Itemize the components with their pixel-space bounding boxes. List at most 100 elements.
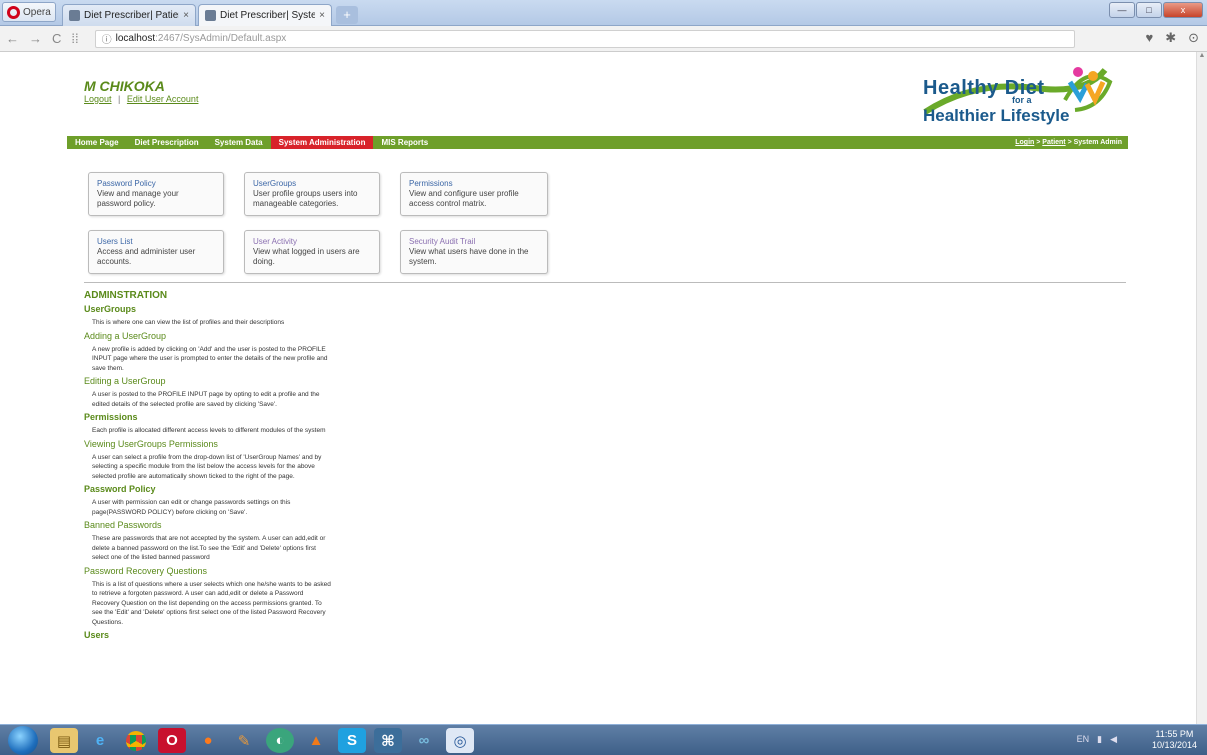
tile-title[interactable]: Users List [97, 237, 215, 247]
user-links: Logout | Edit User Account [84, 94, 198, 104]
help-section-body: A user with permission can edit or chang… [92, 499, 291, 516]
browser-tab-patient-search[interactable]: Diet Prescriber| Patient Se × [62, 4, 196, 26]
volume-icon[interactable]: ◀ [1110, 734, 1117, 745]
system-clock[interactable]: 11:55 PM 10/13/2014 [1152, 729, 1197, 751]
main-menu-bar: Home Page Diet Prescription System Data … [67, 136, 1128, 149]
breadcrumb-patient-link[interactable]: Patient [1042, 139, 1065, 146]
opera-logo-icon [7, 5, 20, 19]
help-section-body: A user can select a profile from the dro… [92, 453, 322, 480]
logout-link[interactable]: Logout [84, 94, 112, 104]
media-player-icon[interactable]: ◎ [446, 728, 474, 753]
windows-taskbar: ▤ e O ● ✎ ◐ ▲ S ⌘ ∞ ◎ EN ▮ ◀ 11:55 PM 10… [0, 724, 1207, 755]
firefox-icon[interactable]: ● [194, 728, 222, 753]
help-section-title: Adding a UserGroup [84, 330, 167, 341]
help-section-title: Editing a UserGroup [84, 376, 166, 386]
system-tray: EN ▮ ◀ [1077, 734, 1117, 745]
tile-title[interactable]: Password Policy [97, 179, 215, 189]
tile-description: Access and administer user accounts. [97, 247, 196, 266]
menu-item-diet-prescription[interactable]: Diet Prescription [127, 136, 207, 149]
vertical-scrollbar[interactable]: ▲ [1196, 52, 1207, 724]
edit-user-account-link[interactable]: Edit User Account [127, 94, 199, 104]
menu-item-mis-reports[interactable]: MIS Reports [373, 136, 436, 149]
file-explorer-icon[interactable]: ▤ [50, 728, 78, 753]
page-viewport: M CHIKOKA Logout | Edit User Account Hea… [0, 52, 1196, 724]
tile-description: View and manage your password policy. [97, 189, 179, 208]
tile-title[interactable]: UserGroups [253, 179, 371, 189]
tab-close-icon[interactable]: × [319, 10, 325, 21]
clock-time: 11:55 PM [1155, 729, 1194, 739]
menu-item-system-administration[interactable]: System Administration [270, 136, 374, 149]
tile-permissions[interactable]: Permissions View and configure user prof… [400, 172, 548, 216]
minimize-button[interactable]: — [1109, 2, 1135, 18]
page-favicon-icon [69, 10, 80, 21]
tile-security-audit-trail[interactable]: Security Audit Trail View what users hav… [400, 230, 548, 274]
help-section-title: Permissions [84, 412, 138, 422]
gear-icon[interactable]: ✱ [1165, 30, 1176, 46]
maximize-button[interactable]: □ [1136, 2, 1162, 18]
opera-icon[interactable]: O [158, 728, 186, 753]
clock-date: 10/13/2014 [1151, 740, 1197, 750]
tile-description: View what logged in users are doing. [253, 247, 360, 266]
link-divider: | [118, 94, 121, 104]
back-arrow-icon[interactable]: ← [6, 31, 19, 46]
close-window-button[interactable]: x [1163, 2, 1203, 18]
tile-title[interactable]: User Activity [253, 237, 371, 247]
tile-title[interactable]: Permissions [409, 179, 539, 189]
toolbar-right-icons: ♥ ✱ ⊙ [1145, 30, 1199, 46]
speed-dial-icon[interactable]: ⁞⁞ [71, 31, 78, 46]
menu-item-home-page[interactable]: Home Page [67, 136, 127, 149]
logged-in-username: M CHIKOKA [84, 78, 165, 94]
tab-close-icon[interactable]: × [183, 10, 189, 21]
menu-item-system-data[interactable]: System Data [207, 136, 271, 149]
scroll-up-icon[interactable]: ▲ [1197, 52, 1207, 62]
tile-password-policy[interactable]: Password Policy View and manage your pas… [88, 172, 224, 216]
chrome-icon[interactable] [122, 728, 150, 753]
new-tab-button[interactable]: + [336, 6, 358, 24]
network-icon[interactable]: ▮ [1097, 734, 1102, 745]
help-section-body: These are passwords that are not accepte… [92, 535, 326, 561]
app-icon[interactable]: ◐ [266, 728, 294, 753]
skype-icon[interactable]: S [338, 728, 366, 753]
logo-text-line2: for a [1012, 95, 1032, 105]
help-section-title: Password Policy [84, 484, 156, 494]
tile-description: User profile groups users into manageabl… [253, 189, 358, 208]
help-section-body: Each profile is allocated different acce… [92, 427, 326, 434]
start-button[interactable] [8, 726, 38, 755]
help-section-title: UserGroups [84, 304, 137, 314]
tab-title: Diet Prescriber| Patient Se [84, 10, 179, 21]
healthy-diet-logo: Healthy Diet for a Healthier Lifestyle [915, 60, 1115, 132]
reload-icon[interactable]: C [52, 31, 61, 46]
url-path: :2467/SysAdmin/Default.aspx [155, 33, 287, 44]
breadcrumb: Login > Patient > System Admin [1015, 136, 1122, 149]
help-section-body: This is a list of questions where a user… [92, 580, 331, 626]
paint-icon[interactable]: ✎ [230, 728, 258, 753]
tile-description: View what users have done in the system. [409, 247, 529, 266]
site-info-icon[interactable]: ⓘ [102, 31, 112, 46]
logo-text-line3: Healthier Lifestyle [923, 106, 1070, 125]
browser-toolbar: ← → C ⁞⁞ ⓘ localhost:2467/SysAdmin/Defau… [0, 26, 1207, 52]
help-section-title: Password Recovery Questions [84, 565, 208, 576]
heart-icon[interactable]: ♥ [1145, 30, 1153, 46]
language-indicator[interactable]: EN [1077, 734, 1090, 745]
help-section-body: This is where one can view the list of p… [92, 319, 285, 326]
database-icon[interactable]: ⌘ [374, 728, 402, 753]
content-divider [84, 282, 1126, 283]
breadcrumb-login-link[interactable]: Login [1015, 139, 1034, 146]
breadcrumb-current: System Admin [1073, 139, 1122, 146]
opera-menu-button[interactable]: Opera [2, 2, 56, 22]
help-section-body: A new profile is added by clicking on 'A… [92, 345, 328, 372]
infinity-icon[interactable]: ∞ [410, 728, 438, 753]
tile-user-activity[interactable]: User Activity View what logged in users … [244, 230, 380, 274]
vlc-icon[interactable]: ▲ [302, 728, 330, 753]
tile-usergroups[interactable]: UserGroups User profile groups users int… [244, 172, 380, 216]
tile-title[interactable]: Security Audit Trail [409, 237, 539, 247]
address-bar[interactable]: ⓘ localhost:2467/SysAdmin/Default.aspx [94, 29, 1075, 48]
opera-label: Opera [23, 6, 51, 18]
browser-tab-strip: Opera Diet Prescriber| Patient Se × Diet… [0, 0, 1207, 26]
browser-tab-system-admin[interactable]: Diet Prescriber| System Ad × [198, 4, 332, 26]
download-icon[interactable]: ⊙ [1188, 30, 1199, 46]
forward-arrow-icon[interactable]: → [29, 31, 42, 46]
internet-explorer-icon[interactable]: e [86, 728, 114, 753]
help-section-body: A user is posted to the PROFILE INPUT pa… [92, 391, 320, 408]
tile-users-list[interactable]: Users List Access and administer user ac… [88, 230, 224, 274]
